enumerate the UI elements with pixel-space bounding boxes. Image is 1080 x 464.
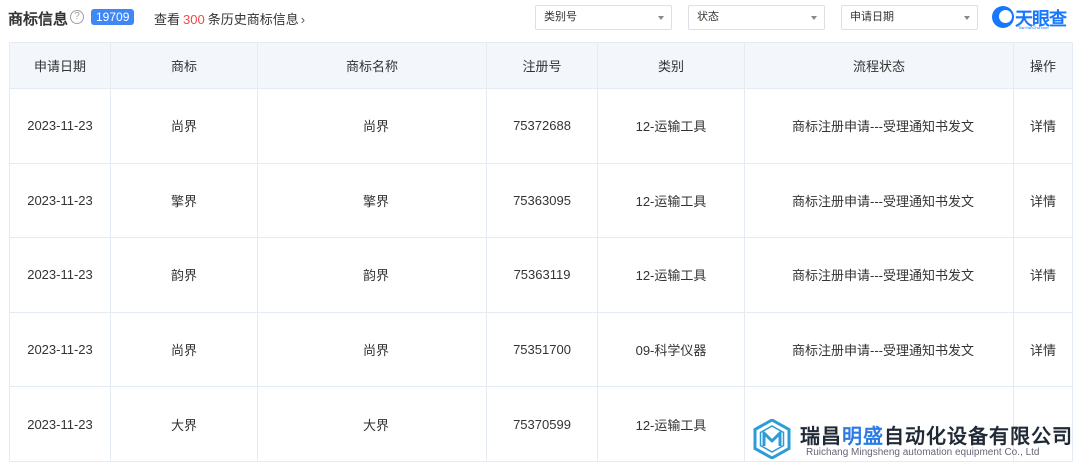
company-name-highlight: 明盛	[842, 426, 884, 448]
trademark-image[interactable]: 大界	[110, 386, 258, 462]
cell-reg-no: 75372688	[486, 88, 598, 164]
brand-domain: TianYanCha.com	[1018, 25, 1049, 30]
detail-link[interactable]: 详情	[1013, 88, 1073, 164]
cell-category: 12-运输工具	[597, 162, 745, 239]
column-header-category: 类别	[597, 42, 745, 89]
detail-link[interactable]: 详情	[1013, 162, 1073, 239]
history-count: 300	[183, 12, 205, 27]
date-select-value: 申请日期	[850, 11, 894, 23]
cell-reg-no: 75351700	[486, 311, 598, 388]
chevron-down-icon	[811, 16, 817, 20]
cell-category: 12-运输工具	[597, 237, 745, 313]
company-name: 瑞昌明盛自动化设备有限公司	[800, 420, 1073, 449]
history-prefix: 查看	[154, 12, 181, 27]
cell-reg-no: 75370599	[486, 386, 598, 462]
company-english-name: Ruichang Mingsheng automation equipment …	[806, 447, 1040, 458]
column-header-reg-no: 注册号	[486, 42, 598, 89]
trademark-image[interactable]: 韵界	[110, 237, 258, 313]
page-title: 商标信息	[8, 11, 69, 28]
brand-mark-icon	[992, 6, 1014, 28]
cell-category: 12-运输工具	[597, 88, 745, 164]
company-name-part2: 自动化设备有限公司	[884, 426, 1073, 448]
table-row: 2023-11-23 韵界 韵界 75363119 12-运输工具 商标注册申请…	[9, 237, 1073, 313]
cell-date: 2023-11-23	[9, 311, 111, 388]
cell-category: 09-科学仪器	[597, 311, 745, 388]
detail-link[interactable]: 详情	[1013, 311, 1073, 388]
status-select[interactable]: 状态	[688, 5, 825, 30]
cell-name: 韵界	[257, 237, 487, 313]
cell-name: 尚界	[257, 88, 487, 164]
cell-reg-no: 75363095	[486, 162, 598, 239]
table-row: 2023-11-23 擎界 擎界 75363095 12-运输工具 商标注册申请…	[9, 162, 1073, 239]
column-header-mark: 商标	[110, 42, 258, 89]
history-suffix: 条历史商标信息	[207, 12, 299, 27]
cell-reg-no: 75363119	[486, 237, 598, 313]
count-badge: 19709	[91, 9, 135, 25]
cell-date: 2023-11-23	[9, 88, 111, 164]
cell-name: 擎界	[257, 162, 487, 239]
trademark-table: 申请日期 商标 商标名称 注册号 类别 流程状态 操作 2023-11-23 尚…	[9, 42, 1073, 462]
trademark-image[interactable]: 尚界	[110, 88, 258, 164]
trademark-image[interactable]: 尚界	[110, 311, 258, 388]
cell-status: 商标注册申请---受理通知书发文	[744, 162, 1014, 239]
toolbar: 商标信息 ? 19709 查看 300 条历史商标信息 › 类别号 状态 申请日期 天…	[0, 0, 1080, 36]
column-header-action: 操作	[1013, 42, 1073, 89]
table-row: 2023-11-23 尚界 尚界 75372688 12-运输工具 商标注册申请…	[9, 88, 1073, 164]
category-select[interactable]: 类别号	[535, 5, 672, 30]
table-row: 2023-11-23 尚界 尚界 75351700 09-科学仪器 商标注册申请…	[9, 311, 1073, 388]
cell-status: 商标注册申请---受理通知书发文	[744, 311, 1014, 388]
cell-status: 商标注册申请---受理通知书发文	[744, 88, 1014, 164]
date-select[interactable]: 申请日期	[841, 5, 978, 30]
trademark-image[interactable]: 擎界	[110, 162, 258, 239]
company-logo-icon	[753, 419, 791, 459]
table-header-row: 申请日期 商标 商标名称 注册号 类别 流程状态 操作	[9, 42, 1073, 89]
chevron-down-icon	[964, 16, 970, 20]
cell-name: 大界	[257, 386, 487, 462]
company-watermark: 瑞昌明盛自动化设备有限公司 Ruichang Mingsheng automat…	[750, 415, 1080, 464]
chevron-right-icon: ›	[300, 12, 306, 27]
cell-date: 2023-11-23	[9, 237, 111, 313]
cell-status: 商标注册申请---受理通知书发文	[744, 237, 1014, 313]
company-name-part1: 瑞昌	[800, 426, 842, 448]
column-header-name: 商标名称	[257, 42, 487, 89]
history-trademarks-link[interactable]: 查看 300 条历史商标信息 ›	[154, 9, 305, 28]
cell-category: 12-运输工具	[597, 386, 745, 462]
help-icon[interactable]: ?	[70, 10, 84, 24]
cell-date: 2023-11-23	[9, 386, 111, 462]
category-select-value: 类别号	[544, 11, 577, 23]
brand-logo: 天眼查 TianYanCha.com	[992, 5, 1072, 31]
detail-link[interactable]: 详情	[1013, 237, 1073, 313]
status-select-value: 状态	[697, 11, 719, 23]
column-header-status: 流程状态	[744, 42, 1014, 89]
column-header-date: 申请日期	[9, 42, 111, 89]
chevron-down-icon	[658, 16, 664, 20]
cell-date: 2023-11-23	[9, 162, 111, 239]
cell-name: 尚界	[257, 311, 487, 388]
